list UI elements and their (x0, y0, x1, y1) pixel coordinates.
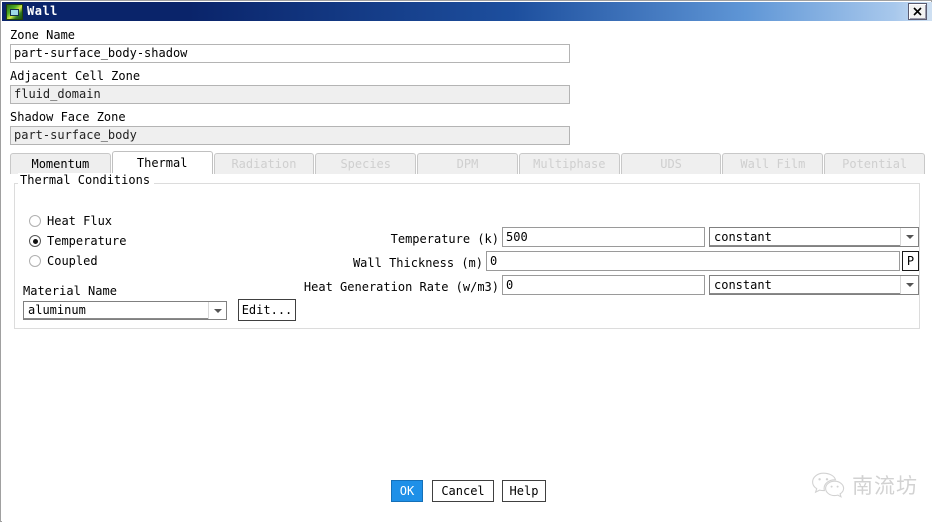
material-name-label: Material Name (23, 284, 117, 298)
help-button[interactable]: Help (502, 480, 546, 502)
radio-mark-coupled (29, 255, 41, 267)
tab-wall-film: Wall Film (722, 153, 824, 174)
radio-label-coupled: Coupled (47, 254, 98, 268)
heat-generation-rate-profile-select[interactable]: constant (709, 275, 919, 295)
close-icon (913, 7, 922, 16)
wall-thickness-parameter-button[interactable]: P (902, 251, 919, 271)
radio-mark-heat-flux (29, 215, 41, 227)
chevron-down-icon (900, 276, 918, 294)
heat-generation-rate-label: Heat Generation Rate (w/m3) (303, 280, 499, 294)
wechat-icon (811, 471, 845, 499)
tab-strip: Momentum Thermal Radiation Species DPM M… (10, 151, 926, 174)
thermal-conditions-group: Heat Flux Temperature Coupled Material N… (14, 183, 920, 329)
tab-potential: Potential (824, 153, 926, 174)
tab-momentum[interactable]: Momentum (10, 153, 111, 174)
edit-material-button[interactable]: Edit... (238, 299, 296, 321)
shadow-face-zone-label: Shadow Face Zone (10, 110, 126, 124)
material-name-select[interactable]: aluminum (23, 301, 227, 320)
window-title: Wall (27, 4, 58, 18)
tab-multiphase: Multiphase (518, 153, 620, 174)
chevron-down-icon (900, 228, 918, 246)
tab-thermal[interactable]: Thermal (111, 151, 213, 174)
wall-thickness-label: Wall Thickness (m) (352, 256, 483, 270)
zone-name-label: Zone Name (10, 28, 76, 42)
zone-name-input[interactable]: part-surface_body-shadow (10, 44, 570, 63)
radio-coupled[interactable]: Coupled (29, 254, 98, 268)
chevron-down-icon (208, 302, 226, 319)
tab-dpm: DPM (417, 153, 518, 174)
temperature-profile-value: constant (714, 229, 772, 244)
ok-button[interactable]: OK (391, 480, 423, 502)
temperature-input[interactable]: 500 (502, 227, 705, 247)
radio-label-heat-flux: Heat Flux (47, 214, 113, 228)
adjacent-cell-zone-label: Adjacent Cell Zone (10, 69, 141, 83)
watermark: 南流坊 (811, 470, 918, 500)
tab-species: Species (315, 153, 417, 174)
thermal-conditions-title: Thermal Conditions (18, 173, 155, 187)
wall-thickness-input[interactable]: 0 (486, 251, 900, 271)
fluent-wall-icon (6, 3, 23, 20)
watermark-text: 南流坊 (852, 474, 918, 498)
tab-radiation: Radiation (213, 153, 315, 174)
shadow-face-zone-value: part-surface_body (10, 126, 570, 145)
temperature-label: Temperature (k) (390, 232, 499, 246)
dialog-content: Zone Name part-surface_body-shadow Adjac… (2, 21, 932, 522)
heat-generation-rate-input[interactable]: 0 (502, 275, 705, 295)
radio-label-temperature: Temperature (47, 234, 127, 248)
heat-generation-rate-profile-value: constant (714, 277, 772, 292)
close-button[interactable] (908, 3, 927, 20)
radio-heat-flux[interactable]: Heat Flux (29, 214, 112, 228)
wall-dialog-window: Wall Zone Name part-surface_body-shadow … (0, 0, 932, 522)
material-name-value: aluminum (28, 303, 86, 317)
radio-mark-temperature (29, 235, 41, 247)
temperature-profile-select[interactable]: constant (709, 227, 919, 247)
cancel-button[interactable]: Cancel (432, 480, 494, 502)
tab-uds: UDS (620, 153, 722, 174)
adjacent-cell-zone-value: fluid_domain (10, 85, 570, 104)
radio-temperature[interactable]: Temperature (29, 234, 126, 248)
title-bar: Wall (2, 2, 932, 21)
